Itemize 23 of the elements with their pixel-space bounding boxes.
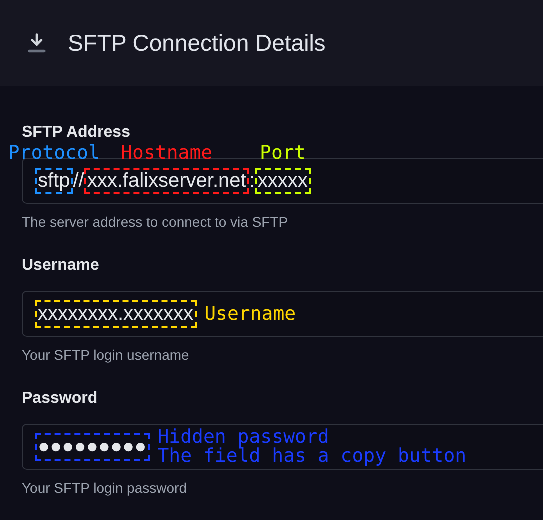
annotation-label: Port xyxy=(260,142,306,164)
download-icon xyxy=(26,32,48,54)
annotation-box: ●●●●●●●●● xyxy=(35,433,150,461)
input-field[interactable] xyxy=(22,291,543,337)
annotation-label: Hostname xyxy=(121,142,213,164)
value-text: : xyxy=(249,169,255,194)
annotation-box: sftp xyxy=(35,168,74,194)
annotation-label: Protocol xyxy=(8,142,100,164)
annotation-label: Username xyxy=(204,304,296,324)
password-field[interactable] xyxy=(22,424,543,470)
panel-title: SFTP Connection Details xyxy=(68,28,326,58)
annotation-box: xxx.falixserver.net xyxy=(84,168,250,194)
input-field[interactable] xyxy=(22,158,543,204)
annotation-box: xxxxx xyxy=(254,168,311,194)
field-label: Password xyxy=(22,389,98,409)
field-label: Username xyxy=(22,256,100,276)
value-text: // xyxy=(73,169,84,194)
annotation-box: xxxxxxxx.xxxxxxx xyxy=(35,300,197,328)
field-hint: Your SFTP login username xyxy=(22,346,190,365)
field-hint: Your SFTP login password xyxy=(22,479,187,498)
field-hint: The server address to connect to via SFTP xyxy=(22,213,288,232)
field-label: SFTP Address xyxy=(22,123,130,143)
annotation-label: Hidden password The field has a copy button xyxy=(158,428,467,466)
